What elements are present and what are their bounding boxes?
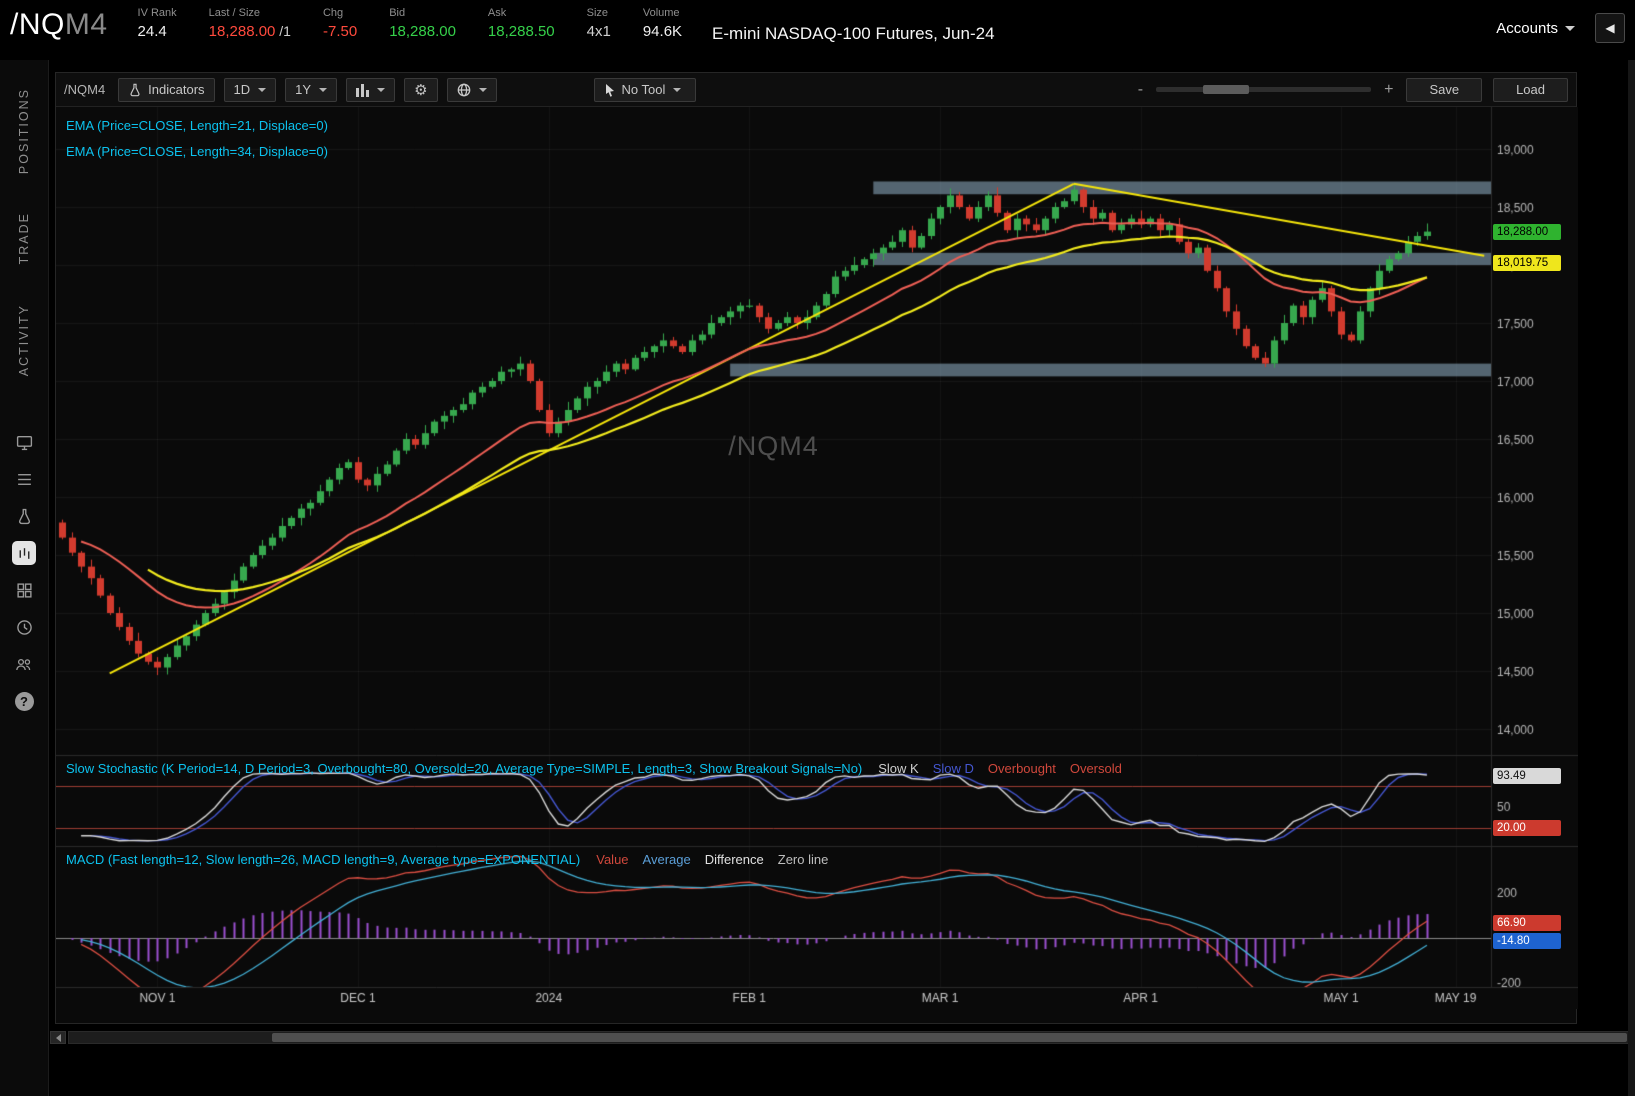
scrollbar-thumb[interactable]	[272, 1033, 1627, 1042]
zoom-slider[interactable]	[1156, 87, 1371, 92]
stoch-oversold-badge: 20.00	[1493, 820, 1561, 836]
accounts-label: Accounts	[1496, 20, 1558, 37]
macd-value-badge: 66.90	[1493, 915, 1561, 931]
chart-type-dropdown[interactable]	[346, 78, 395, 102]
indicators-button[interactable]: Indicators	[118, 78, 214, 102]
watchlist-icon[interactable]	[12, 467, 36, 491]
timeframe-value: 1D	[234, 82, 251, 97]
last-price-badge: 18,288.00	[1493, 224, 1561, 240]
legend-oversold[interactable]: Oversold	[1070, 761, 1122, 776]
tool-label: No Tool	[622, 82, 666, 97]
chart-settings-button[interactable]: ⚙	[404, 78, 437, 102]
cursor-icon	[604, 83, 616, 97]
monitor-icon[interactable]	[12, 430, 36, 454]
macd-header: MACD (Fast length=12, Slow length=26, MA…	[66, 851, 842, 869]
grid-view-dropdown[interactable]	[447, 78, 497, 102]
analyze-flask-icon[interactable]	[12, 504, 36, 528]
help-icon[interactable]: ?	[12, 689, 36, 713]
legend-zero-line[interactable]: Zero line	[778, 852, 829, 867]
macd-legend: Value Average Difference Zero line	[596, 851, 842, 869]
ema34-label[interactable]: EMA (Price=CLOSE, Length=34, Displace=0)	[66, 139, 328, 165]
accounts-menu[interactable]: Accounts	[1496, 20, 1575, 37]
scroll-left-button[interactable]	[50, 1031, 66, 1044]
range-value: 1Y	[295, 82, 311, 97]
quote-field-volume: Volume94.6K	[643, 7, 682, 40]
legend-slow-k[interactable]: Slow K	[878, 761, 918, 776]
zoom-in-button[interactable]: +	[1382, 81, 1395, 99]
quote-field-iv-rank: IV Rank24.4	[138, 7, 177, 40]
stochastic-legend: Slow K Slow D Overbought Oversold	[878, 760, 1136, 778]
candlestick-icon	[356, 83, 369, 97]
share-people-icon[interactable]	[12, 652, 36, 676]
legend-difference[interactable]: Difference	[705, 852, 764, 867]
load-button[interactable]: Load	[1493, 78, 1568, 102]
chart-symbol-label: /NQM4	[64, 82, 105, 97]
quote-field-ask: Ask18,288.50	[488, 7, 555, 40]
indicator-labels: EMA (Price=CLOSE, Length=21, Displace=0)…	[66, 113, 328, 165]
drawing-tool-dropdown[interactable]: No Tool	[594, 78, 697, 102]
quote-field-size: Size4x1	[587, 7, 611, 40]
timeframe-dropdown[interactable]: 1D	[224, 78, 277, 102]
chart-toolbar: /NQM4 Indicators 1D 1Y ⚙ No Too	[56, 73, 1576, 107]
ema-price-badge: 18,019.75	[1493, 255, 1561, 271]
app-root: /NQM4 IV Rank24.4 Last / Size18,288.00 /1…	[0, 0, 1635, 1096]
indicators-label: Indicators	[148, 82, 204, 97]
contract-description: E-mini NASDAQ-100 Futures, Jun-24	[712, 24, 995, 44]
chevron-down-icon	[319, 88, 327, 92]
zoom-out-button[interactable]: -	[1136, 81, 1145, 99]
gear-icon: ⚙	[414, 81, 427, 99]
charts-tab-icon[interactable]	[12, 541, 36, 565]
macd-title[interactable]: MACD (Fast length=12, Slow length=26, MA…	[66, 852, 580, 867]
symbol-root: /NQ	[10, 8, 65, 41]
triangle-left-icon	[56, 1034, 61, 1042]
chart-horizontal-scrollbar[interactable]	[50, 1030, 1630, 1045]
chevron-down-icon	[1565, 26, 1575, 31]
save-button[interactable]: Save	[1406, 78, 1482, 102]
grid-layout-icon[interactable]	[12, 578, 36, 602]
chart-window: /NQM4 Indicators 1D 1Y ⚙ No Too	[55, 72, 1577, 1024]
sidebar-tab-positions[interactable]: POSITIONS	[17, 88, 31, 174]
quote-field-bid: Bid18,288.00	[389, 7, 456, 40]
quote-header: /NQM4 IV Rank24.4 Last / Size18,288.00 /1…	[0, 0, 1635, 60]
stochastic-header: Slow Stochastic (K Period=14, D Period=3…	[66, 760, 1136, 778]
legend-slow-d[interactable]: Slow D	[933, 761, 974, 776]
zoom-slider-thumb[interactable]	[1203, 85, 1249, 94]
chevron-down-icon	[479, 88, 487, 92]
flask-icon	[128, 83, 142, 97]
chevron-down-icon	[673, 88, 681, 92]
quote-field-chg: Chg-7.50	[323, 7, 357, 40]
sidebar-icon-rail: ?	[0, 430, 48, 713]
sidebar-tab-activity[interactable]: ACTIVITY	[17, 304, 31, 376]
price-chart-canvas[interactable]	[56, 107, 1578, 1009]
quote-field-last-size: Last / Size18,288.00 /1	[209, 7, 291, 40]
symbol-title: /NQM4	[10, 8, 108, 42]
right-panel-edge	[1628, 60, 1635, 1096]
collapse-panel-button[interactable]: ◀	[1595, 13, 1625, 43]
legend-average[interactable]: Average	[643, 852, 691, 867]
symbol-suffix: M4	[65, 8, 108, 41]
stochastic-title[interactable]: Slow Stochastic (K Period=14, D Period=3…	[66, 761, 862, 776]
legend-overbought[interactable]: Overbought	[988, 761, 1056, 776]
history-clock-icon[interactable]	[12, 615, 36, 639]
range-dropdown[interactable]: 1Y	[285, 78, 337, 102]
chevron-down-icon	[258, 88, 266, 92]
sidebar-tab-trade[interactable]: TRADE	[17, 212, 31, 264]
quote-fields: IV Rank24.4 Last / Size18,288.00 /1 Chg-7.…	[122, 0, 699, 40]
toolbar-right-group: - + Save Load	[1136, 78, 1568, 102]
scrollbar-track[interactable]	[68, 1031, 1630, 1044]
chevron-down-icon	[377, 88, 385, 92]
ema21-label[interactable]: EMA (Price=CLOSE, Length=21, Displace=0)	[66, 113, 328, 139]
left-sidebar: POSITIONS TRADE ACTIVITY ?	[0, 60, 49, 1096]
stoch-k-badge: 93.49	[1493, 768, 1561, 784]
macd-average-badge: -14.80	[1493, 933, 1561, 949]
legend-value[interactable]: Value	[596, 852, 628, 867]
globe-grid-icon	[457, 83, 471, 97]
